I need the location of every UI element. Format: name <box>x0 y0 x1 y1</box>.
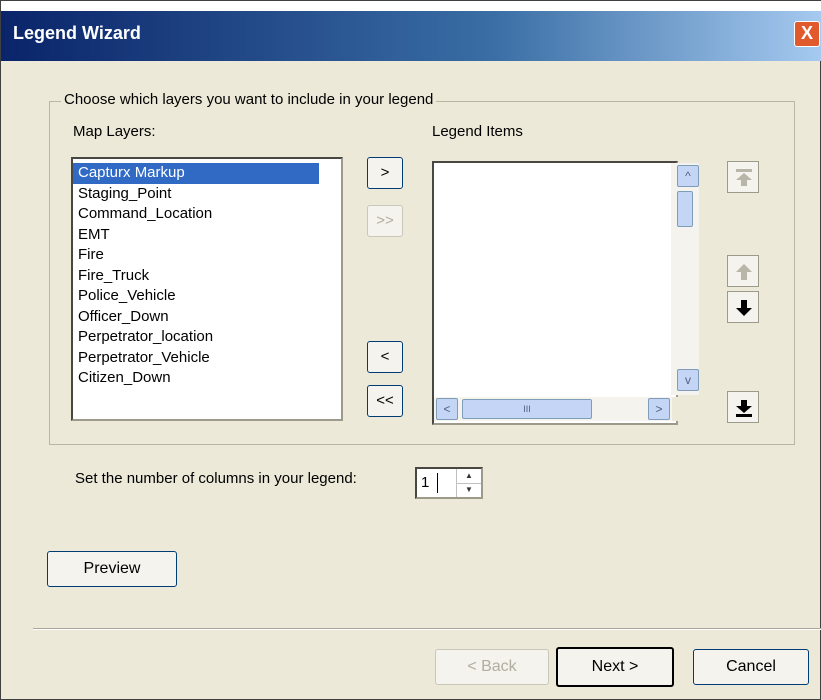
remove-all-layers-button[interactable]: << <box>367 385 403 417</box>
legend-items-list[interactable] <box>432 161 678 425</box>
scroll-left-arrow-icon[interactable]: < <box>436 398 458 420</box>
add-all-layers-button[interactable]: >> <box>367 205 403 237</box>
spin-up-icon[interactable]: ▲ <box>457 469 481 484</box>
close-icon: X <box>800 23 813 43</box>
move-down-button[interactable] <box>727 291 759 323</box>
move-to-bottom-button[interactable] <box>727 391 759 423</box>
legend-wizard-window: Legend Wizard X Choose which layers you … <box>0 0 821 700</box>
scroll-right-arrow-icon[interactable]: > <box>648 398 670 420</box>
map-layers-list[interactable]: Capturx Markup Staging_Point Command_Locat… <box>71 157 343 421</box>
list-item[interactable]: Police_Vehicle <box>73 286 319 307</box>
list-item[interactable]: Fire_Truck <box>73 266 319 287</box>
spinner-buttons[interactable]: ▲ ▼ <box>456 469 481 497</box>
scroll-up-arrow-icon[interactable]: ^ <box>677 165 699 187</box>
add-layer-button[interactable]: > <box>367 157 403 189</box>
text-caret <box>437 473 438 493</box>
cancel-button[interactable]: Cancel <box>693 649 809 685</box>
vertical-scroll-thumb[interactable] <box>677 191 693 227</box>
list-item[interactable]: Capturx Markup <box>73 163 319 184</box>
window-top-strip <box>1 1 821 11</box>
groupbox-title: Choose which layers you want to include … <box>61 91 437 108</box>
move-to-top-button[interactable] <box>727 161 759 193</box>
columns-label: Set the number of columns in your legend… <box>75 470 357 487</box>
list-item[interactable]: Perpetrator_location <box>73 327 319 348</box>
move-to-bottom-icon <box>736 400 752 417</box>
list-item[interactable]: EMT <box>73 225 319 246</box>
columns-value[interactable]: 1 <box>421 474 429 491</box>
arrow-up-icon <box>736 264 752 280</box>
remove-layer-button[interactable]: < <box>367 341 403 373</box>
list-item[interactable]: Perpetrator_Vehicle <box>73 348 319 369</box>
list-empty-area <box>73 397 341 419</box>
legend-horizontal-scrollbar[interactable]: < III > <box>434 397 672 421</box>
title-bar[interactable]: Legend Wizard X <box>1 11 821 61</box>
list-item[interactable]: Staging_Point <box>73 184 319 205</box>
columns-spinner[interactable]: 1 ▲ ▼ <box>415 467 483 499</box>
list-item[interactable]: Command_Location <box>73 204 319 225</box>
move-to-top-icon <box>736 169 752 186</box>
spin-down-icon[interactable]: ▼ <box>457 483 481 497</box>
list-item[interactable]: Citizen_Down <box>73 368 319 389</box>
back-button[interactable]: < Back <box>435 649 549 685</box>
legend-items-label: Legend Items <box>432 123 523 140</box>
arrow-down-icon <box>736 300 752 316</box>
preview-button[interactable]: Preview <box>47 551 177 587</box>
close-button[interactable]: X <box>794 21 820 47</box>
horizontal-scroll-thumb[interactable]: III <box>462 399 592 419</box>
scroll-down-arrow-icon[interactable]: v <box>677 369 699 391</box>
legend-vertical-scrollbar[interactable]: ^ v <box>671 163 699 395</box>
list-item[interactable]: Fire <box>73 245 319 266</box>
list-item[interactable]: Officer_Down <box>73 307 319 328</box>
window-title: Legend Wizard <box>13 23 141 43</box>
map-layers-label: Map Layers: <box>73 123 156 140</box>
scrollbar-corner <box>672 397 698 421</box>
footer-separator <box>33 628 821 630</box>
move-up-button[interactable] <box>727 255 759 287</box>
next-button[interactable]: Next > <box>556 647 674 687</box>
